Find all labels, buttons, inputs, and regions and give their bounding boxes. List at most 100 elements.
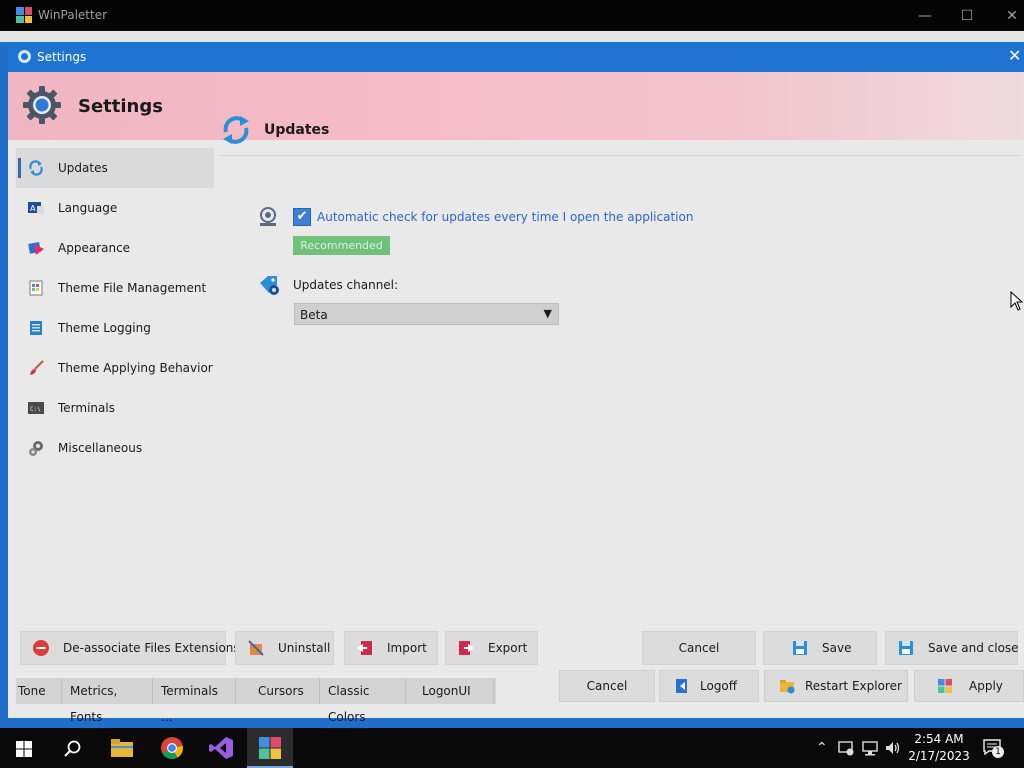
sidebar-item-label: Updates — [58, 161, 108, 175]
chrome-icon — [161, 737, 183, 759]
save-and-close-button[interactable]: Save and close — [885, 631, 1019, 665]
webcam-update-icon — [260, 207, 276, 226]
settings-gear-icon — [18, 50, 31, 63]
outer-close-button[interactable]: ✕ — [1002, 6, 1022, 26]
show-hidden-icons-chevron-icon[interactable]: ⌃ — [816, 740, 828, 756]
import-icon — [357, 641, 372, 655]
taskbar-chrome[interactable] — [149, 728, 195, 768]
logoff-label: Logoff — [700, 679, 738, 693]
updates-icon — [29, 160, 43, 176]
notification-center-button[interactable]: 1 — [983, 739, 1004, 758]
sidebar-item-label: Miscellaneous — [58, 441, 143, 455]
uninstall-icon — [248, 640, 264, 656]
winpaletter-icon — [259, 737, 281, 759]
logoff-icon — [676, 679, 687, 693]
auto-check-checkbox[interactable]: ✔ — [293, 208, 311, 226]
uninstall-button[interactable]: Uninstall — [235, 631, 334, 665]
theme-file-icon — [29, 280, 43, 296]
settings-window: Settings ✕ Settings Updates A Language A… — [8, 42, 1024, 724]
tab-metrics-fonts[interactable]: Metrics, Fonts — [62, 678, 153, 724]
start-button[interactable] — [0, 728, 46, 768]
background-cancel-button[interactable]: Cancel — [559, 670, 655, 702]
tab-tone[interactable]: Tone — [16, 678, 62, 704]
sidebar-item-label: Terminals — [58, 401, 115, 415]
selected-channel: Beta — [300, 308, 328, 322]
tab-cursors[interactable]: Cursors — [236, 678, 320, 704]
sidebar-item-theme-applying-behavior[interactable]: Theme Applying Behavior — [16, 348, 214, 388]
taskbar-clock[interactable]: 2:54 AM 2/17/2023 — [904, 731, 974, 765]
updates-channel-select[interactable]: Beta ▼ — [294, 303, 559, 325]
save-button[interactable]: Save — [763, 631, 877, 665]
restart-explorer-button[interactable]: Restart Explorer — [764, 670, 908, 702]
volume-icon[interactable] — [885, 740, 901, 756]
network-icon[interactable] — [862, 740, 878, 756]
save-icon — [899, 641, 913, 655]
restart-explorer-label: Restart Explorer — [805, 679, 902, 693]
import-button-label: Import — [387, 641, 427, 655]
content-title: Updates — [264, 122, 330, 138]
export-button[interactable]: Export — [445, 631, 538, 665]
save-icon — [793, 641, 807, 655]
maximize-button[interactable]: ☐ — [957, 6, 977, 26]
import-button[interactable]: Import — [344, 631, 438, 665]
tab-terminals[interactable]: Terminals ... — [153, 678, 236, 724]
taskbar-visual-studio[interactable] — [198, 728, 244, 768]
sidebar-item-appearance[interactable]: Appearance — [16, 228, 214, 268]
language-icon: A — [28, 202, 44, 214]
apply-label: Apply — [969, 679, 1003, 693]
gear-icon — [23, 86, 61, 124]
cancel-button[interactable]: Cancel — [642, 631, 756, 665]
taskbar-search-button[interactable] — [49, 728, 95, 768]
gears-icon — [29, 441, 43, 456]
deassociate-button[interactable]: De-associate Files Extensions — [20, 631, 240, 665]
sidebar-item-language[interactable]: A Language — [16, 188, 214, 228]
sidebar-item-label: Theme File Management — [58, 281, 207, 295]
clock-time: 2:54 AM — [914, 732, 964, 746]
sidebar-item-theme-file-management[interactable]: Theme File Management — [16, 268, 214, 308]
security-tray-icon[interactable] — [838, 740, 854, 756]
background-cancel-label: Cancel — [586, 679, 628, 693]
sidebar-item-label: Theme Applying Behavior — [58, 361, 213, 375]
tab-logonui[interactable]: LogonUI — [406, 678, 494, 704]
file-explorer-icon — [111, 739, 133, 757]
taskbar-file-explorer[interactable] — [99, 728, 145, 768]
cancel-button-label: Cancel — [678, 641, 720, 655]
theme-logging-icon — [30, 321, 42, 335]
auto-check-label[interactable]: Automatic check for updates every time I… — [317, 210, 693, 224]
tab-classic-colors[interactable]: Classic Colors — [320, 678, 406, 724]
outer-window-title: WinPaletter — [38, 8, 108, 22]
sidebar-item-label: Theme Logging — [58, 321, 151, 335]
notification-count-badge: 1 — [992, 746, 1004, 758]
sidebar-item-label: Appearance — [58, 241, 131, 255]
start-icon — [16, 741, 32, 757]
uninstall-button-label: Uninstall — [278, 641, 331, 655]
updates-channel-label: Updates channel: — [293, 278, 399, 292]
sidebar-item-terminals[interactable]: C:\ Terminals — [16, 388, 214, 428]
sidebar-item-theme-logging[interactable]: Theme Logging — [16, 308, 214, 348]
folder-icon — [780, 680, 795, 694]
outer-window-strip — [0, 31, 1024, 42]
sidebar-item-miscellaneous[interactable]: Miscellaneous — [16, 428, 214, 468]
header-title: Settings — [78, 96, 163, 117]
logoff-button[interactable]: Logoff — [659, 670, 759, 702]
winpaletter-app-icon — [16, 7, 32, 23]
chevron-down-icon: ▼ — [543, 307, 552, 320]
content-divider — [220, 155, 1020, 156]
terminal-icon: C:\ — [28, 402, 44, 414]
appearance-icon — [28, 242, 44, 255]
search-icon — [64, 740, 81, 757]
settings-close-button[interactable]: ✕ — [1008, 47, 1024, 65]
outer-titlebar: WinPaletter — ☐ ✕ — [0, 0, 1024, 31]
svg-text:A: A — [30, 204, 36, 213]
sidebar-item-updates[interactable]: Updates — [16, 148, 214, 188]
apply-button[interactable]: Apply — [914, 670, 1024, 702]
settings-header: Settings — [8, 72, 1024, 140]
mouse-cursor-icon — [1010, 291, 1024, 311]
winpaletter-icon — [938, 679, 952, 693]
minimize-button[interactable]: — — [915, 6, 935, 26]
settings-sidebar: Updates A Language Appearance Theme File… — [16, 148, 214, 468]
background-tabstrip: Tone Metrics, Fonts Terminals ... Cursor… — [16, 678, 496, 724]
export-icon — [459, 641, 474, 655]
channel-tag-icon — [260, 276, 279, 295]
taskbar-winpaletter[interactable] — [247, 728, 293, 768]
